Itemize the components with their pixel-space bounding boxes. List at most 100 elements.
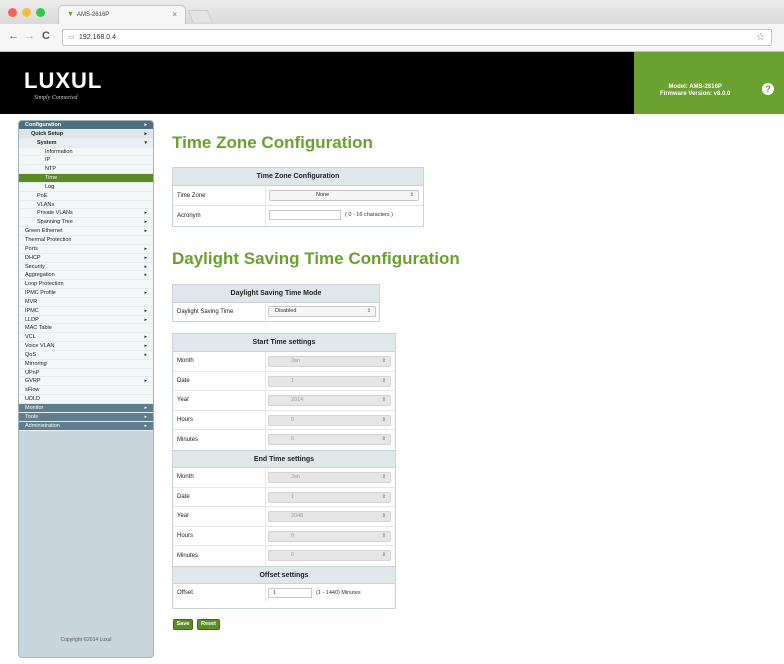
triangle-right-icon: ▸ <box>144 254 147 261</box>
chevron-updown-icon: ⇕ <box>381 377 386 384</box>
sidebar-item-lldp[interactable]: LLDP ▸ <box>19 315 153 325</box>
select-value: Jan <box>291 473 300 480</box>
sidebar-item-information[interactable]: Information <box>19 147 153 157</box>
year-select[interactable]: 2048 ⇕ <box>268 511 391 523</box>
reload-button[interactable]: C <box>42 30 50 42</box>
zoom-window-icon[interactable] <box>36 8 45 17</box>
sidebar-item-udld[interactable]: UDLD <box>19 395 153 404</box>
back-button[interactable]: ← <box>8 30 19 42</box>
year-select[interactable]: 2014 ⇕ <box>268 395 391 407</box>
hours-select[interactable]: 0 ⇕ <box>268 530 391 542</box>
browser-tab[interactable]: ▼ AMS-2616P × <box>58 5 186 24</box>
sidebar-item-voice-vlan[interactable]: Voice VLAN ▸ <box>19 342 153 351</box>
sidebar-item-label: NTP <box>45 166 56 173</box>
help-icon[interactable]: ? <box>762 83 774 95</box>
sidebar-item-mirroring[interactable]: Mirroring <box>19 359 153 369</box>
acronym-input[interactable] <box>269 210 341 220</box>
month-select[interactable]: Jan ⇕ <box>268 356 391 367</box>
sidebar-item-aggregation[interactable]: Aggregation ▸ <box>19 271 153 281</box>
sidebar-item-label: Tools <box>25 413 38 420</box>
setting-label: Month <box>177 358 194 365</box>
sidebar-item-label: Aggregation <box>25 272 55 279</box>
sidebar-item-poe[interactable]: PoE <box>19 191 153 201</box>
sidebar-item-ip[interactable]: IP <box>19 156 153 166</box>
sidebar-item-label: VLANs <box>37 201 55 208</box>
sidebar-item-vlans[interactable]: VLANs <box>19 200 153 210</box>
setting-row-date: Date 1 ⇕ <box>173 371 395 392</box>
sidebar-item-label: MAC Table <box>25 325 52 332</box>
chevron-updown-icon: ⇕ <box>381 397 386 404</box>
sidebar-item-mac-table[interactable]: MAC Table <box>19 324 153 334</box>
chevron-updown-icon: ⇕ <box>381 513 386 520</box>
sidebar-item-configuration[interactable]: Configuration ▸ <box>19 121 153 130</box>
close-window-icon[interactable] <box>8 8 17 17</box>
sidebar-item-ipmc-profile[interactable]: IPMC Profile ▸ <box>19 289 153 298</box>
date-select[interactable]: 1 ⇕ <box>268 375 391 387</box>
chevron-updown-icon: ⇕ <box>381 358 386 364</box>
sidebar-item-loop-protection[interactable]: Loop Protection <box>19 280 153 290</box>
minutes-select[interactable]: 0 ⇕ <box>268 434 391 446</box>
sidebar-item-tools[interactable]: Tools ▸ <box>19 412 153 422</box>
panel-title: Time Zone Configuration <box>173 168 423 186</box>
sidebar-item-ipmc[interactable]: IPMC ▸ <box>19 306 153 316</box>
reset-button[interactable]: Reset <box>197 619 220 630</box>
forward-button[interactable]: → <box>24 30 35 42</box>
sidebar-item-label: Security <box>25 263 45 270</box>
minimize-window-icon[interactable] <box>22 8 31 17</box>
sidebar-item-ntp[interactable]: NTP <box>19 165 153 175</box>
sidebar-item-upnp[interactable]: UPnP <box>19 368 153 378</box>
dst-mode-panel: Daylight Saving Time Mode Daylight Savin… <box>172 284 380 322</box>
setting-row-hours: Hours 0 ⇕ <box>173 410 395 431</box>
copyright: Copyright ©2014 Luxul <box>60 637 112 643</box>
sidebar-item-quick-setup[interactable]: Quick Setup ▸ <box>19 129 153 139</box>
sidebar-item-time[interactable]: Time <box>19 174 153 183</box>
sidebar-item-security[interactable]: Security ▸ <box>19 262 153 272</box>
time-zone-label: Time Zone <box>177 192 206 199</box>
sidebar-item-vcl[interactable]: VCL ▸ <box>19 333 153 343</box>
sidebar-item-label: Spanning Tree <box>37 219 73 226</box>
sidebar-item-label: Mirroring <box>25 360 47 367</box>
acronym-row: Acronym ( 0 - 16 characters ) <box>173 206 423 226</box>
chevron-updown-icon: ⇕ <box>381 532 386 539</box>
sidebar-item-mvr[interactable]: MVR <box>19 297 153 307</box>
tab-close-icon[interactable]: × <box>172 10 177 19</box>
sidebar-item-green-ethernet[interactable]: Green Ethernet ▸ <box>19 227 153 236</box>
select-value: 0 <box>291 552 295 559</box>
sidebar-item-administration[interactable]: Administration ▸ <box>19 421 153 431</box>
chevron-updown-icon: ⇕ <box>381 416 386 423</box>
firmware-version: Firmware Version: v8.0.0 <box>660 91 731 97</box>
hours-select[interactable]: 0 ⇕ <box>268 414 391 426</box>
month-select[interactable]: Jan ⇕ <box>268 471 391 483</box>
bookmark-star-icon[interactable]: ☆ <box>756 32 765 43</box>
sidebar-item-thermal-protection[interactable]: Thermal Protection <box>19 235 153 245</box>
sidebar-item-monitor[interactable]: Monitor ▸ <box>19 404 153 413</box>
address-bar[interactable]: ▭ 192.168.0.4 ☆ <box>62 29 772 46</box>
new-tab-button[interactable] <box>187 10 213 22</box>
triangle-right-icon: ▸ <box>144 343 147 350</box>
triangle-right-icon: ▸ <box>144 272 147 279</box>
sidebar-item-sflow[interactable]: sFlow <box>19 386 153 396</box>
luxul-logo[interactable]: LUXUL <box>24 68 102 94</box>
dst-mode-select[interactable]: Disabled ⇕ <box>268 306 376 317</box>
triangle-right-icon: ▸ <box>144 378 147 385</box>
time-zone-select[interactable]: None ⇕ <box>269 190 419 201</box>
sidebar-item-gvrp[interactable]: GVRP ▸ <box>19 377 153 387</box>
setting-row-hours: Hours 0 ⇕ <box>173 526 395 547</box>
sidebar-item-qos[interactable]: QoS ▸ <box>19 350 153 360</box>
chevron-updown-icon: ⇕ <box>409 192 414 198</box>
dst-heading: Daylight Saving Time Configuration <box>172 249 460 268</box>
sidebar-item-system[interactable]: System ▾ <box>19 138 153 148</box>
sidebar-item-ports[interactable]: Ports ▸ <box>19 244 153 254</box>
date-select[interactable]: 1 ⇕ <box>268 491 391 503</box>
sidebar-item-dhcp[interactable]: DHCP ▸ <box>19 253 153 263</box>
offset-row: Offset 1 (1 - 1440) Minutes <box>173 583 395 602</box>
setting-label: Minutes <box>177 437 199 444</box>
save-button[interactable]: Save <box>173 619 193 630</box>
sidebar-item-private-vlans[interactable]: Private VLANs ▸ <box>19 209 153 219</box>
offset-input[interactable]: 1 <box>268 587 312 598</box>
minutes-select[interactable]: 0 ⇕ <box>268 550 391 562</box>
acronym-hint: ( 0 - 16 characters ) <box>345 212 393 218</box>
sidebar-item-spanning-tree[interactable]: Spanning Tree ▸ <box>19 218 153 228</box>
triangle-right-icon: ▸ <box>144 263 147 270</box>
sidebar-item-log[interactable]: Log <box>19 182 153 192</box>
